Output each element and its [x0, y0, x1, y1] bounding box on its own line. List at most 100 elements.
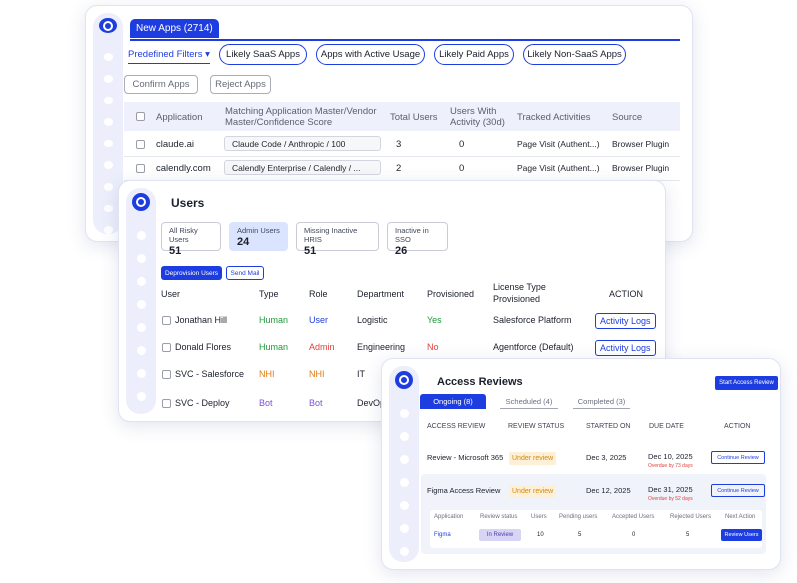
user-role: Admin	[309, 342, 335, 352]
sub-col-users: Users	[531, 514, 547, 520]
tab-completed[interactable]: Completed (3)	[573, 394, 630, 409]
col-department: Department	[357, 289, 405, 299]
review-name[interactable]: Review - Microsoft 365	[427, 453, 503, 462]
stat-admin-users[interactable]: Admin Users 24	[229, 222, 288, 251]
continue-review-button[interactable]: Continue Review	[711, 451, 765, 464]
license-type: Agentforce (Default)	[493, 342, 574, 352]
nav-dot-icon[interactable]	[103, 226, 113, 235]
sub-pending: 5	[578, 532, 582, 538]
nav-dot-icon[interactable]	[103, 96, 113, 105]
tab-ongoing[interactable]: Ongoing (8)	[420, 394, 486, 409]
stat-label: Admin Users	[237, 226, 280, 235]
row-checkbox[interactable]	[162, 343, 171, 352]
send-mail-button[interactable]: Send Mail	[226, 266, 264, 280]
activity-logs-button[interactable]: Activity Logs	[595, 313, 656, 329]
user-department: Logistic	[357, 315, 388, 325]
col-started-on: STARTED ON	[586, 423, 631, 430]
activity-logs-button[interactable]: Activity Logs	[595, 340, 656, 356]
due-date: Dec 31, 2025	[648, 485, 693, 494]
nav-dot-icon[interactable]	[399, 478, 409, 487]
stat-value: 26	[395, 245, 408, 257]
nav-dot-icon[interactable]	[103, 161, 113, 170]
user-type: Bot	[259, 398, 273, 408]
nav-dot-icon[interactable]	[399, 524, 409, 533]
nav-dot-icon[interactable]	[103, 183, 113, 191]
stat-label: Missing Inactive HRIS	[304, 226, 358, 244]
sub-col-accepted: Accepted Users	[612, 514, 655, 520]
table-row[interactable]: calendly.com Calendly Enterprise / Calen…	[124, 157, 680, 181]
col-action: ACTION	[609, 289, 644, 299]
filter-pill-active-usage[interactable]: Apps with Active Usage	[316, 44, 425, 65]
deprovision-users-button[interactable]: Deprovision Users	[161, 266, 222, 280]
nav-dot-icon[interactable]	[136, 231, 146, 240]
stat-missing-inactive-hris[interactable]: Missing Inactive HRIS 51	[296, 222, 379, 257]
tab-new-apps[interactable]: New Apps (2714)	[130, 19, 219, 38]
tracked-activities: Page Visit (Authent...)	[517, 139, 600, 149]
nav-dot-icon[interactable]	[103, 74, 113, 83]
nav-dot-icon[interactable]	[399, 501, 409, 510]
row-checkbox[interactable]	[162, 399, 171, 408]
stat-label: Inactive in SSO	[395, 226, 429, 244]
filter-pill-likely-paid[interactable]: Likely Paid Apps	[434, 44, 514, 65]
row-checkbox[interactable]	[162, 316, 171, 325]
nav-dot-icon[interactable]	[103, 139, 113, 148]
filter-pill-non-saas[interactable]: Likely Non-SaaS Apps	[523, 44, 626, 65]
predefined-filters-dropdown[interactable]: Predefined Filters ▾	[128, 49, 210, 64]
row-checkbox[interactable]	[136, 140, 145, 149]
stat-inactive-sso[interactable]: Inactive in SSO 26	[387, 222, 448, 257]
review-users-button[interactable]: Review Users	[721, 529, 762, 541]
nav-dot-icon[interactable]	[399, 547, 409, 556]
filter-pill-likely-saas[interactable]: Likely SaaS Apps	[219, 44, 307, 65]
nav-dot-icon[interactable]	[399, 432, 409, 441]
col-matching: Matching Application Master/Vendor Maste…	[225, 106, 377, 128]
stat-value: 51	[304, 245, 317, 257]
provisioned-status: Yes	[427, 315, 442, 325]
col-active-users: Users With Activity (30d)	[450, 106, 505, 128]
start-access-review-button[interactable]: Start Access Review	[715, 376, 778, 390]
col-application: Application	[156, 112, 203, 123]
started-on: Dec 3, 2025	[586, 453, 627, 462]
sub-rejected: 5	[686, 532, 690, 538]
sub-application[interactable]: Figma	[434, 532, 451, 538]
nav-dot-icon[interactable]	[103, 204, 113, 213]
sub-col-next-action: Next Action	[725, 514, 756, 520]
total-users: 3	[396, 139, 402, 150]
matching-value[interactable]: Calendly Enterprise / Calendly / ...	[224, 160, 381, 175]
nav-dot-icon[interactable]	[103, 118, 113, 126]
tab-scheduled[interactable]: Scheduled (4)	[500, 394, 558, 409]
sub-accepted: 0	[632, 532, 636, 538]
continue-review-button[interactable]: Continue Review	[711, 484, 765, 497]
user-name: SVC - Deploy	[175, 398, 230, 408]
sub-col-application: Application	[434, 514, 464, 520]
col-action: ACTION	[724, 423, 751, 430]
row-checkbox[interactable]	[136, 164, 145, 173]
user-type: Human	[259, 315, 289, 325]
reject-apps-button[interactable]: Reject Apps	[210, 75, 271, 94]
col-tracked: Tracked Activities	[517, 112, 591, 123]
table-row[interactable]: claude.ai Claude Code / Anthropic / 100 …	[124, 133, 680, 157]
status-badge: Under review	[509, 485, 557, 498]
nav-dot-icon[interactable]	[399, 455, 409, 464]
user-name: SVC - Salesforce	[175, 369, 245, 379]
nav-dot-icon[interactable]	[399, 409, 409, 418]
tracked-activities: Page Visit (Authent...)	[517, 163, 600, 173]
due-date: Dec 10, 2025	[648, 452, 693, 461]
row-checkbox[interactable]	[162, 370, 171, 379]
stat-all-risky-users[interactable]: All Risky Users 51	[161, 222, 221, 257]
overdue-note: Overdue by 52 days	[648, 496, 693, 502]
confirm-apps-button[interactable]: Confirm Apps	[124, 75, 198, 94]
matching-value[interactable]: Claude Code / Anthropic / 100	[224, 136, 381, 151]
select-all-checkbox[interactable]	[136, 112, 145, 121]
col-provisioned: Provisioned	[427, 289, 475, 299]
in-review-badge: In Review	[479, 529, 521, 541]
table-row[interactable]: Jonathan Hill Human User Logistic Yes Sa…	[119, 312, 665, 338]
user-role: Bot	[309, 398, 323, 408]
source: Browser Plugin	[612, 163, 670, 173]
access-reviews-panel: Access Reviews Start Access Review Ongoi…	[381, 358, 781, 570]
nav-dot-icon[interactable]	[103, 53, 113, 61]
col-user: User	[161, 289, 181, 299]
review-name[interactable]: Figma Access Review	[427, 486, 500, 495]
nav-dot-icon[interactable]	[136, 254, 146, 263]
user-type: NHI	[259, 369, 275, 379]
logo-icon	[395, 371, 413, 389]
